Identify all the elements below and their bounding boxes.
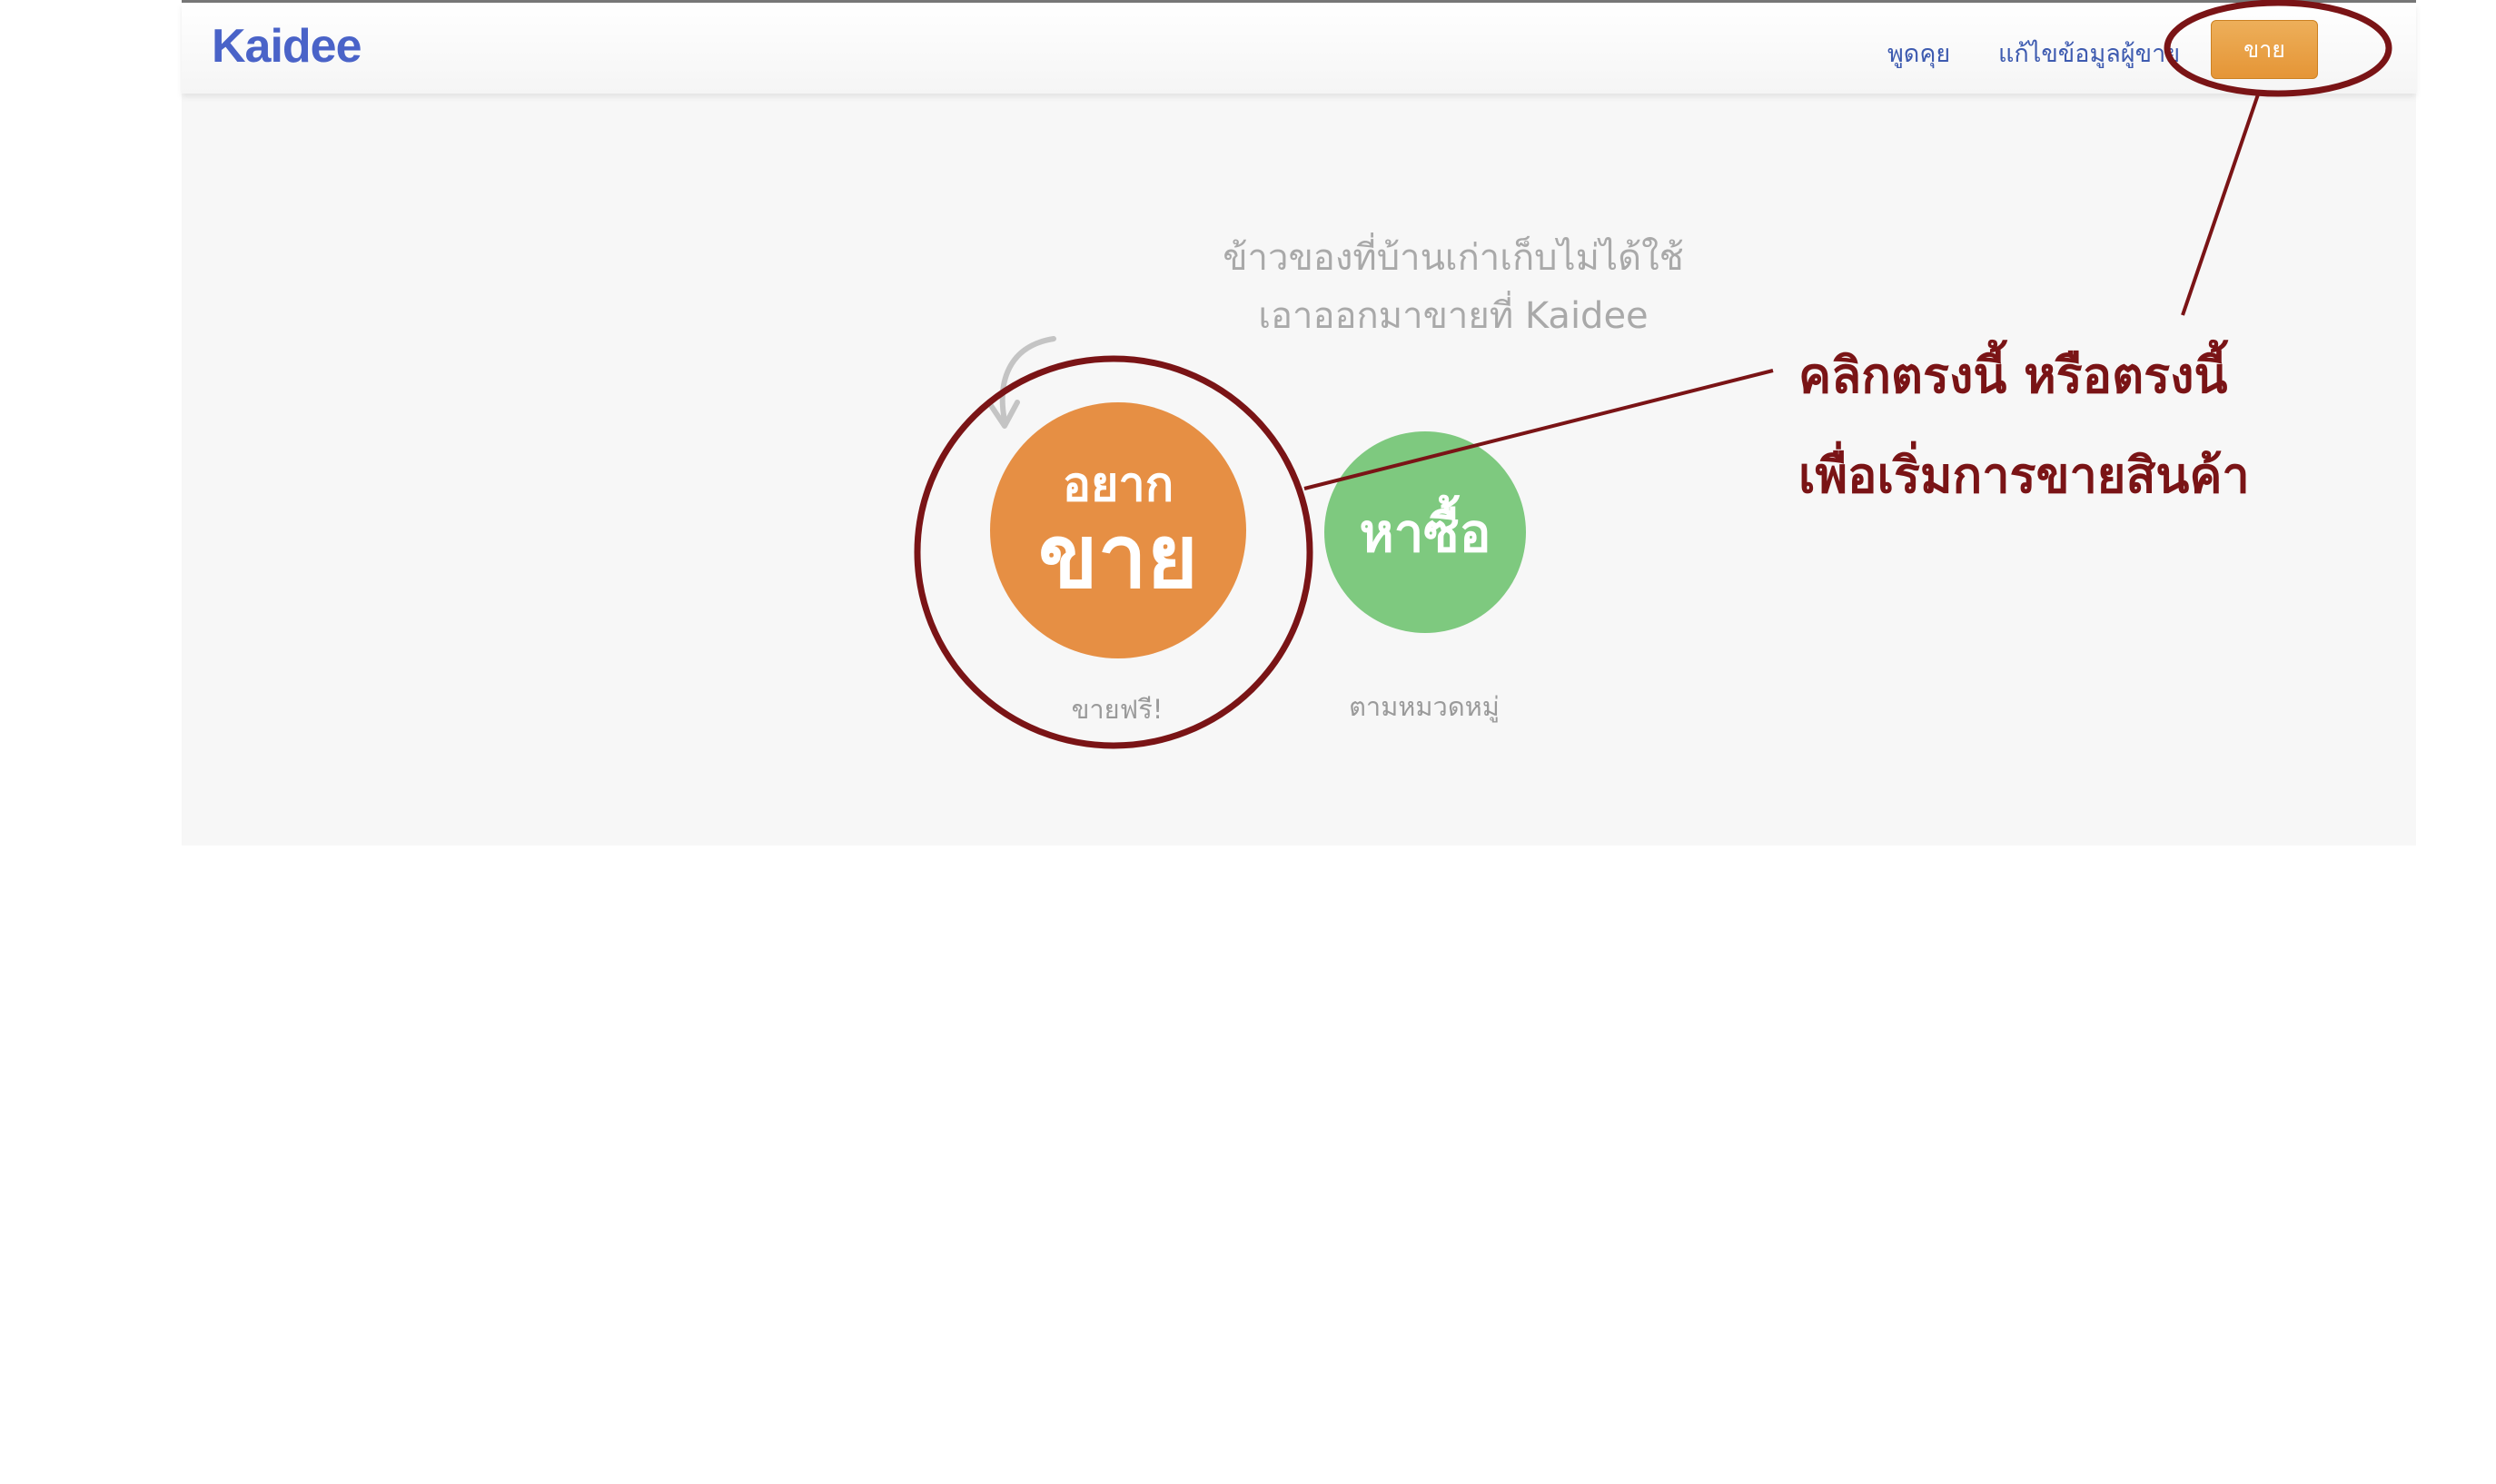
highlight-circle-sell-button bbox=[2164, 0, 2392, 97]
annotation-overlay bbox=[914, 0, 2392, 749]
pointer-line-to-sell-action bbox=[1303, 369, 1774, 490]
pointer-line-to-sell-button bbox=[2181, 94, 2260, 316]
annotation-line1: คลิกตรงนี้ หรือตรงนี้ bbox=[1798, 347, 2228, 404]
annotation-line2: เพื่อเริ่มการขายสินค้า bbox=[1798, 447, 2250, 504]
highlight-circle-sell-action bbox=[914, 355, 1313, 749]
